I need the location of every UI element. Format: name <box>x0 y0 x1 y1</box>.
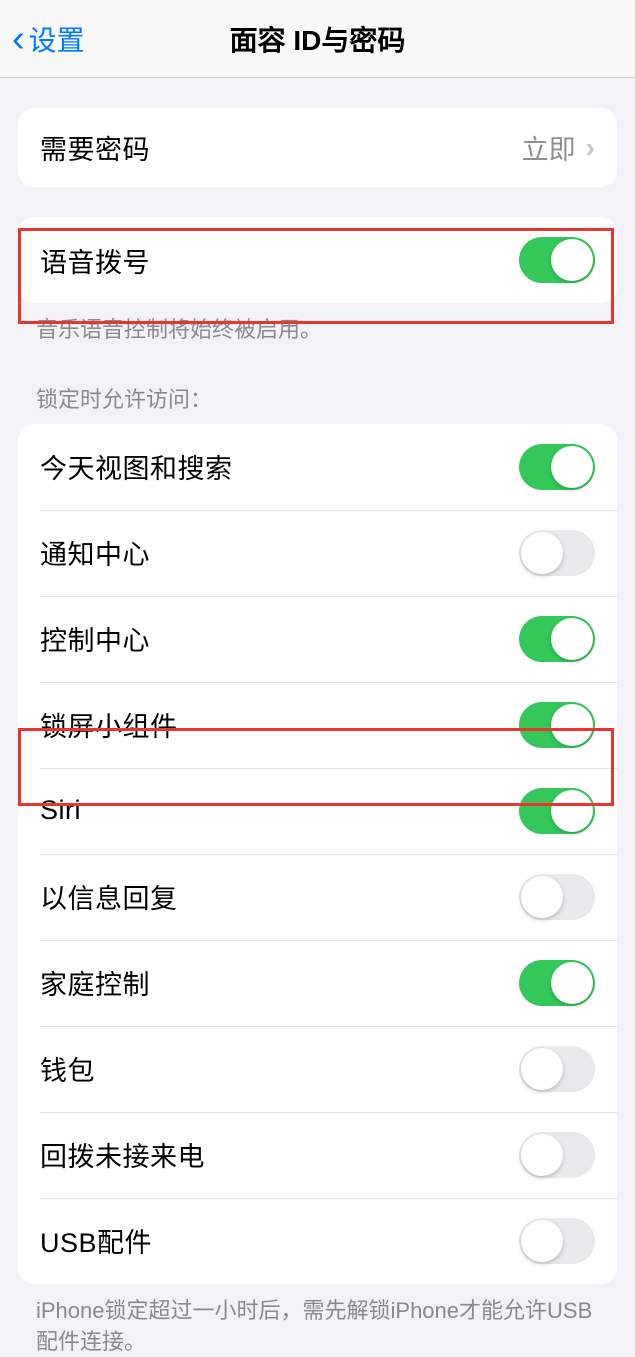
lock-access-toggle[interactable] <box>519 874 595 920</box>
lock-access-row: 家庭控制 <box>18 940 617 1026</box>
group-lock-access: 今天视图和搜索通知中心控制中心锁屏小组件 Siri 以信息回复家庭控制钱包回拨未接来… <box>18 424 617 1284</box>
require-passcode-row[interactable]: 需要密码 立即 › <box>18 108 617 187</box>
lock-access-toggle[interactable] <box>519 1046 595 1092</box>
lock-access-label: 家庭控制 <box>40 963 150 1002</box>
lock-access-row: 控制中心 <box>18 596 617 682</box>
lock-access-toggle[interactable] <box>519 1218 595 1264</box>
lock-access-toggle[interactable] <box>519 530 595 576</box>
lock-access-row: 以信息回复 <box>18 854 617 940</box>
lock-access-row: 回拨未接来电 <box>18 1112 617 1198</box>
voice-dial-row: 语音拨号 <box>18 217 617 303</box>
lock-access-toggle[interactable] <box>519 960 595 1006</box>
chevron-right-icon: › <box>586 132 595 164</box>
lock-access-label: 以信息回复 <box>40 877 178 916</box>
lock-access-label: 钱包 <box>40 1049 95 1088</box>
lock-access-row: 锁屏小组件 <box>18 682 617 768</box>
lock-access-label: USB配件 <box>40 1221 152 1260</box>
lock-access-label: 今天视图和搜索 <box>40 447 233 486</box>
group-passcode: 需要密码 立即 › <box>18 108 617 187</box>
lock-access-toggle[interactable] <box>519 616 595 662</box>
back-button[interactable]: ‹ 设置 <box>0 19 85 59</box>
lock-access-label: 通知中心 <box>40 533 150 572</box>
allow-access-header: 锁定时允许访问： <box>0 346 635 424</box>
navigation-bar: ‹ 设置 面容 ID与密码 <box>0 0 635 78</box>
usb-footer: iPhone锁定超过一小时后，需先解锁iPhone才能允许USB配件连接。 <box>0 1284 635 1357</box>
lock-access-row: 通知中心 <box>18 510 617 596</box>
page-title: 面容 ID与密码 <box>230 19 406 59</box>
back-label: 设置 <box>29 19 85 59</box>
lock-access-row: Siri <box>18 768 617 854</box>
lock-access-row: 今天视图和搜索 <box>18 424 617 510</box>
lock-access-label: 回拨未接来电 <box>40 1135 205 1174</box>
lock-access-label: 锁屏小组件 <box>40 705 178 744</box>
require-passcode-value: 立即 <box>522 128 576 167</box>
lock-access-row: USB配件 <box>18 1198 617 1284</box>
voice-dial-label: 语音拨号 <box>40 241 150 280</box>
lock-access-label: Siri <box>40 795 81 826</box>
lock-access-toggle[interactable] <box>519 788 595 834</box>
voice-dial-footer: 音乐语音控制将始终被启用。 <box>0 303 635 346</box>
require-passcode-label: 需要密码 <box>40 128 150 167</box>
voice-dial-toggle[interactable] <box>519 237 595 283</box>
group-voice-dial: 语音拨号 <box>18 217 617 303</box>
lock-access-toggle[interactable] <box>519 444 595 490</box>
lock-access-toggle[interactable] <box>519 1132 595 1178</box>
lock-access-toggle[interactable] <box>519 702 595 748</box>
lock-access-label: 控制中心 <box>40 619 150 658</box>
chevron-left-icon: ‹ <box>12 20 25 58</box>
lock-access-row: 钱包 <box>18 1026 617 1112</box>
